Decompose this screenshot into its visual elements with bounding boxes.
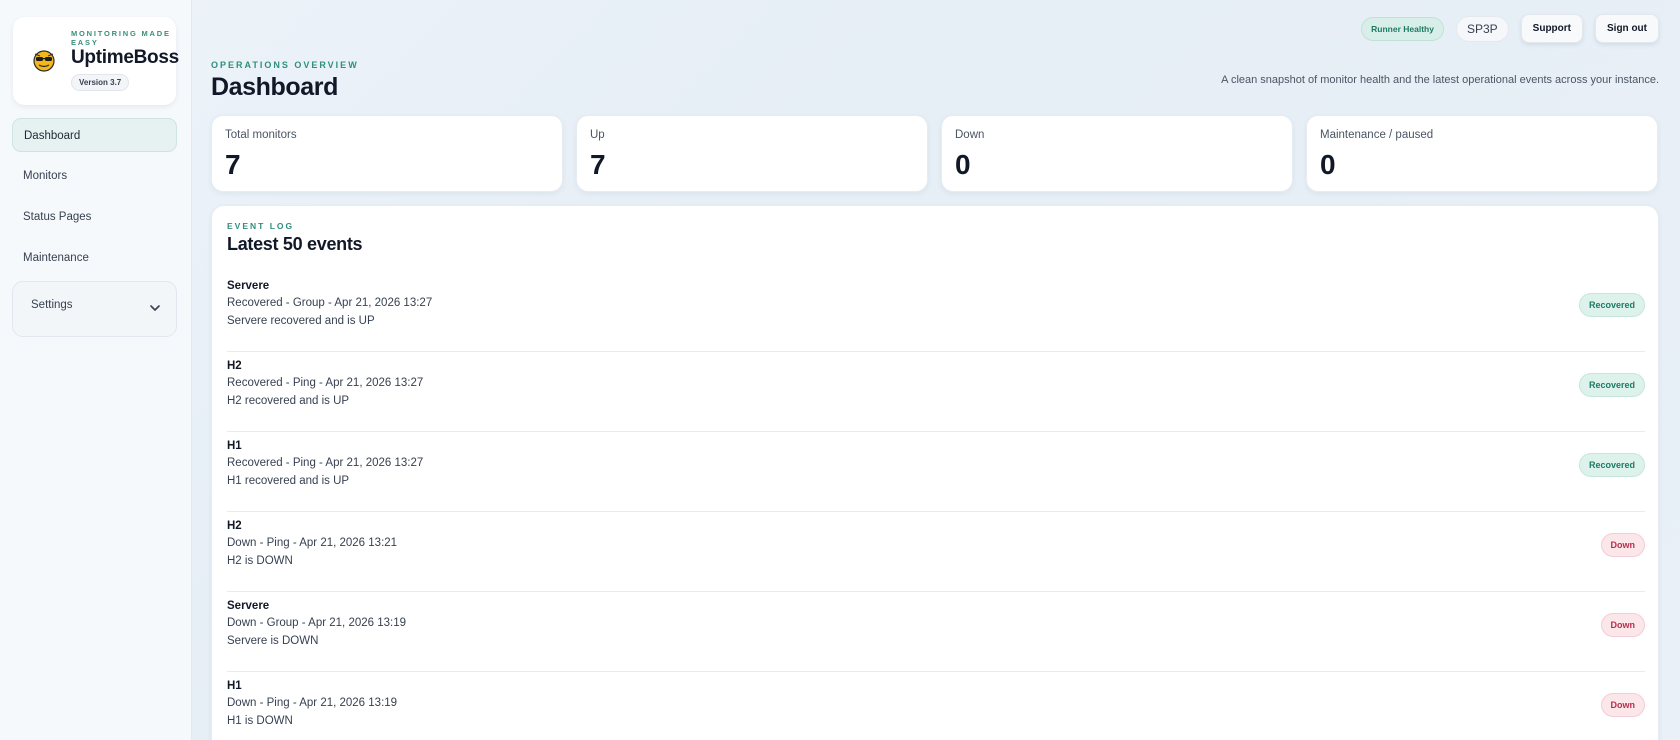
event-log-eyebrow: EVENT LOG: [227, 221, 295, 231]
brand-card[interactable]: MONITORING MADE EASY UptimeBoss Version …: [13, 17, 179, 105]
stat-value: 7: [225, 149, 241, 180]
status-badge: Down: [1600, 613, 1645, 637]
top-actions: Runner Healthy SP3P Support Sign out: [1361, 14, 1659, 43]
stat-card-maintenance: Maintenance / paused 0: [1306, 115, 1658, 192]
event-meta: Down - Ping - Apr 21, 2026 13:21: [227, 537, 398, 549]
stat-label: Down: [955, 129, 985, 141]
event-message: H2 recovered and is UP: [227, 395, 350, 407]
stat-label: Up: [590, 129, 605, 141]
sidebar-item-maintenance[interactable]: Maintenance: [12, 241, 177, 275]
stat-card-total: Total monitors 7: [211, 115, 563, 192]
event-monitor-name: H1: [227, 440, 242, 452]
brand-name: UptimeBoss: [71, 47, 179, 68]
status-badge: Down: [1600, 693, 1645, 717]
sign-out-button[interactable]: Sign out: [1595, 14, 1659, 43]
event-message: Servere recovered and is UP: [227, 315, 375, 327]
event-monitor-name: H2: [227, 360, 242, 372]
event-row[interactable]: H1 Down - Ping - Apr 21, 2026 13:19 H1 i…: [227, 672, 1645, 740]
page-eyebrow: OPERATIONS OVERVIEW: [211, 60, 359, 70]
event-list: Servere Recovered - Group - Apr 21, 2026…: [227, 272, 1645, 740]
brand-tagline: MONITORING MADE EASY: [71, 29, 171, 47]
settings-label: Settings: [31, 299, 73, 311]
sidebar: MONITORING MADE EASY UptimeBoss Version …: [0, 0, 192, 740]
event-message: H1 is DOWN: [227, 715, 293, 727]
event-row[interactable]: H2 Recovered - Ping - Apr 21, 2026 13:27…: [227, 352, 1645, 432]
event-meta: Down - Ping - Apr 21, 2026 13:19: [227, 697, 398, 709]
event-message: H2 is DOWN: [227, 555, 293, 567]
runner-status-badge: Runner Healthy: [1361, 16, 1444, 41]
event-log-panel: EVENT LOG Latest 50 events Servere Recov…: [211, 205, 1659, 740]
support-button[interactable]: Support: [1520, 14, 1583, 43]
status-badge: Recovered: [1578, 373, 1645, 397]
event-log-title: Latest 50 events: [227, 234, 363, 254]
event-row[interactable]: Servere Down - Group - Apr 21, 2026 13:1…: [227, 592, 1645, 672]
event-message: Servere is DOWN: [227, 635, 319, 647]
event-row[interactable]: H1 Recovered - Ping - Apr 21, 2026 13:27…: [227, 432, 1645, 512]
status-badge: Recovered: [1578, 293, 1645, 317]
stat-value: 0: [1320, 149, 1336, 180]
sidebar-item-dashboard[interactable]: Dashboard: [12, 118, 177, 152]
stat-card-up: Up 7: [576, 115, 928, 192]
chevron-down-icon: [150, 305, 160, 311]
sunglasses-emoji-icon: [33, 50, 55, 72]
stat-label: Total monitors: [225, 129, 297, 141]
event-meta: Recovered - Ping - Apr 21, 2026 13:27: [227, 377, 424, 389]
stat-value: 0: [955, 149, 971, 180]
page-subtitle: A clean snapshot of monitor health and t…: [1221, 74, 1659, 86]
stat-value: 7: [590, 149, 606, 180]
status-badge: Down: [1600, 533, 1645, 557]
stat-label: Maintenance / paused: [1320, 129, 1434, 141]
event-monitor-name: H2: [227, 520, 242, 532]
version-badge: Version 3.7: [71, 74, 130, 91]
event-meta: Recovered - Group - Apr 21, 2026 13:27: [227, 297, 433, 309]
settings-toggle[interactable]: Settings: [12, 281, 177, 337]
page-title: Dashboard: [211, 73, 338, 101]
event-meta: Recovered - Ping - Apr 21, 2026 13:27: [227, 457, 424, 469]
event-monitor-name: Servere: [227, 280, 270, 292]
event-monitor-name: H1: [227, 680, 242, 692]
event-meta: Down - Group - Apr 21, 2026 13:19: [227, 617, 406, 629]
stat-card-down: Down 0: [941, 115, 1293, 192]
event-row[interactable]: H2 Down - Ping - Apr 21, 2026 13:21 H2 i…: [227, 512, 1645, 592]
event-message: H1 recovered and is UP: [227, 475, 350, 487]
status-badge: Recovered: [1578, 453, 1645, 477]
event-monitor-name: Servere: [227, 600, 270, 612]
sidebar-item-status-pages[interactable]: Status Pages: [12, 200, 177, 234]
event-row[interactable]: Servere Recovered - Group - Apr 21, 2026…: [227, 272, 1645, 352]
sidebar-item-monitors[interactable]: Monitors: [12, 159, 177, 193]
user-badge[interactable]: SP3P: [1455, 15, 1509, 42]
